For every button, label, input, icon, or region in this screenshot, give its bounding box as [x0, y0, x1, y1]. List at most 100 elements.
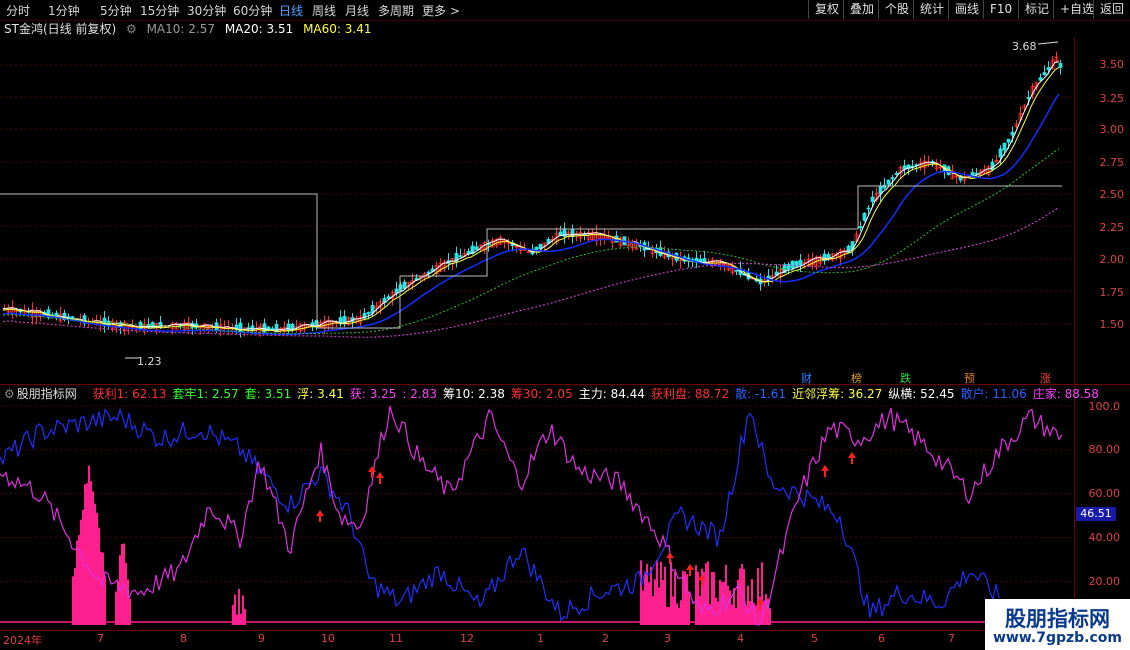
- indicator-value-11: 近邻浮筹: 36.27: [792, 387, 883, 401]
- chip-bar: [666, 607, 668, 625]
- tab-more[interactable]: 更多 >: [422, 2, 460, 19]
- draw-line-button[interactable]: 画线: [948, 0, 985, 19]
- chip-bar: [652, 596, 654, 625]
- indicator-value-4: 获: 3.25: [349, 387, 397, 401]
- date-label: 3: [664, 632, 671, 645]
- candle-body: [1002, 142, 1007, 151]
- chip-bar: [731, 604, 733, 625]
- chip-bar: [115, 591, 117, 625]
- settings-icon[interactable]: ⚙: [4, 387, 15, 401]
- indicator-chart[interactable]: [0, 402, 1075, 630]
- indicator-value-0: 获利1: 62.13: [92, 387, 167, 401]
- chip-bar: [88, 465, 90, 625]
- chip-bar: [74, 568, 76, 625]
- chip-bar: [242, 595, 244, 625]
- tab-minute[interactable]: 分时: [6, 2, 30, 19]
- tab-60min[interactable]: 60分钟: [233, 2, 272, 19]
- settings-icon[interactable]: ⚙: [126, 22, 137, 36]
- tab-weekly[interactable]: 周线: [312, 2, 336, 19]
- chip-bar: [765, 594, 767, 625]
- indicator-axis-label: 20.00: [1088, 575, 1121, 588]
- chip-bar: [725, 564, 727, 625]
- price-axis-label: 2.25: [1099, 221, 1125, 234]
- chip-bar: [125, 562, 127, 625]
- indicator-axis-label: 40.00: [1088, 531, 1121, 544]
- date-label: 9: [258, 632, 265, 645]
- pane-divider: [0, 384, 1130, 385]
- chip-bar: [648, 582, 650, 625]
- candle-body: [474, 246, 479, 251]
- candle-body: [894, 172, 899, 175]
- indicator-values: 获利1: 62.13 套牢1: 2.57 套: 3.51 浮: 3.41 获: 3.25…: [93, 387, 1105, 401]
- chip-bar: [711, 571, 713, 625]
- price-axis-label: 1.50: [1099, 318, 1125, 331]
- chip-bar: [123, 543, 125, 625]
- candle-body: [466, 250, 471, 254]
- candle-body: [402, 281, 407, 289]
- chip-bar: [654, 579, 656, 625]
- tab-multi-period[interactable]: 多周期: [378, 2, 414, 19]
- tab-15min[interactable]: 15分钟: [140, 2, 179, 19]
- high-price-label: 3.68: [1012, 40, 1037, 53]
- restore-rights-button[interactable]: 复权: [808, 0, 845, 19]
- mark-button[interactable]: 标记: [1018, 0, 1055, 19]
- chip-bar: [98, 527, 100, 625]
- chip-bar: [729, 590, 731, 625]
- chip-bar: [658, 587, 660, 625]
- overlay-button[interactable]: 叠加: [843, 0, 880, 19]
- chip-bar: [240, 613, 242, 625]
- stats-button[interactable]: 统计: [913, 0, 950, 19]
- stock-button[interactable]: 个股: [878, 0, 915, 19]
- box-line: [0, 193, 318, 328]
- date-label: 4: [737, 632, 744, 645]
- chip-bar: [84, 484, 86, 625]
- watermark-logo: 股朋指标网 www.7gpzb.com: [985, 599, 1130, 650]
- candle-body: [558, 231, 563, 236]
- chip-bar: [86, 483, 88, 625]
- chip-bar: [747, 585, 749, 625]
- candle-body: [270, 328, 275, 331]
- chip-bar: [668, 607, 670, 625]
- buy-signal-arrow: [368, 466, 376, 478]
- chip-bar: [672, 596, 674, 625]
- chip-bar: [90, 481, 92, 625]
- candle-body: [458, 255, 463, 258]
- date-label: 8: [180, 632, 187, 645]
- indicator-value-1: 套牢1: 2.57: [172, 387, 239, 401]
- chip-bar: [656, 559, 658, 625]
- candle-body: [886, 179, 891, 185]
- buy-signal-arrow: [821, 465, 829, 477]
- price-axis-label: 1.75: [1099, 286, 1125, 299]
- chip-bar: [695, 565, 697, 625]
- chip-bar: [680, 600, 682, 625]
- chip-bar: [678, 607, 680, 625]
- candlestick-chart[interactable]: [0, 38, 1075, 383]
- chip-bar: [650, 567, 652, 625]
- chip-bar: [644, 573, 646, 625]
- tab-5min[interactable]: 5分钟: [100, 2, 132, 19]
- indicator-title: 股朋指标网: [16, 387, 77, 401]
- stock-title[interactable]: ST金鸿(日线 前复权): [4, 22, 116, 36]
- back-button[interactable]: 返回: [1093, 0, 1130, 19]
- chip-bar: [769, 608, 771, 625]
- candle-body: [862, 212, 867, 221]
- watermark-title: 股朋指标网: [1005, 607, 1110, 631]
- f10-button[interactable]: F10: [983, 0, 1018, 19]
- tab-monthly[interactable]: 月线: [345, 2, 369, 19]
- candle-body: [1042, 72, 1047, 76]
- tab-1min[interactable]: 1分钟: [48, 2, 80, 19]
- price-axis-label: 3.50: [1099, 58, 1125, 71]
- indicator-axis-label: 60.00: [1088, 487, 1121, 500]
- candle-body: [366, 312, 371, 315]
- indicator-name[interactable]: ⚙ 股朋指标网: [4, 387, 83, 401]
- candle-body: [1038, 77, 1043, 81]
- tab-30min[interactable]: 30分钟: [187, 2, 226, 19]
- chip-bar: [236, 614, 238, 625]
- ma60-label: MA60: 3.41: [303, 22, 372, 36]
- candle-body: [286, 323, 291, 332]
- candle-body: [1026, 97, 1031, 99]
- date-label: 11: [389, 632, 403, 645]
- chip-bar: [670, 562, 672, 625]
- tab-daily[interactable]: 日线: [279, 2, 303, 19]
- indicator-axis-label: 80.00: [1088, 443, 1121, 456]
